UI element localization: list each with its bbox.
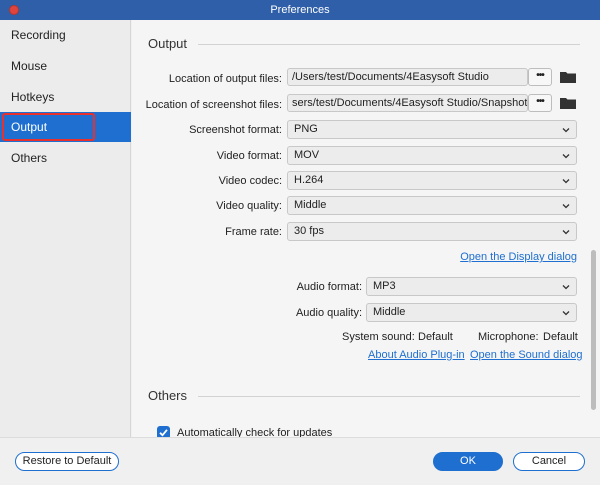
chevron-down-icon — [562, 179, 570, 184]
screenshot-format-select[interactable]: PNG — [287, 120, 577, 139]
screenshot-format-label: Screenshot format: — [189, 124, 282, 136]
output-folder-icon[interactable] — [560, 71, 576, 83]
output-files-path-field[interactable]: /Users/test/Documents/4Easysoft Studio — [287, 68, 528, 86]
others-section-title: Others — [148, 388, 188, 403]
window-title: Preferences — [270, 4, 330, 16]
sidebar-item-label: Mouse — [11, 59, 48, 73]
microphone-label: Microphone: — [478, 331, 539, 343]
audio-format-label: Audio format: — [296, 281, 362, 293]
chevron-down-icon — [562, 128, 570, 133]
open-display-dialog-link[interactable]: Open the Display dialog — [460, 251, 577, 263]
scrollbar-thumb[interactable] — [591, 250, 596, 410]
output-files-browse-button[interactable]: ••• — [528, 68, 552, 86]
video-format-select[interactable]: MOV — [287, 146, 577, 165]
screenshot-files-label: Location of screenshot files: — [145, 99, 282, 111]
screenshot-files-path-field[interactable]: sers/test/Documents/4Easysoft Studio/Sna… — [287, 94, 528, 112]
system-sound-label: System sound: — [342, 331, 415, 343]
screenshot-format-value: PNG — [294, 123, 318, 135]
restore-default-button[interactable]: Restore to Default — [15, 452, 119, 471]
frame-rate-label: Frame rate: — [225, 226, 282, 238]
video-codec-label: Video codec: — [218, 175, 282, 187]
chevron-down-icon — [562, 154, 570, 159]
sidebar-item-label: Others — [11, 151, 48, 165]
audio-format-select[interactable]: MP3 — [366, 277, 577, 296]
sidebar: Recording Mouse Hotkeys Output Others — [0, 20, 131, 437]
output-files-label: Location of output files: — [168, 73, 282, 85]
video-format-label: Video format: — [216, 150, 282, 162]
audio-quality-value: Middle — [373, 306, 406, 318]
ok-button[interactable]: OK — [433, 452, 503, 471]
chevron-down-icon — [562, 230, 570, 235]
audio-quality-label: Audio quality: — [295, 307, 362, 319]
chevron-down-icon — [562, 285, 570, 290]
video-quality-value: Middle — [294, 199, 327, 211]
video-codec-value: H.264 — [294, 174, 324, 186]
sidebar-item-label: Recording — [11, 28, 66, 42]
auto-update-checkbox[interactable] — [157, 426, 170, 437]
sidebar-item-output[interactable]: Output — [0, 112, 131, 142]
chevron-down-icon — [562, 311, 570, 316]
cancel-button[interactable]: Cancel — [513, 452, 585, 471]
section-divider — [198, 396, 580, 397]
system-sound-value: Default — [418, 331, 453, 343]
sidebar-item-hotkeys[interactable]: Hotkeys — [0, 82, 131, 112]
sidebar-item-label: Hotkeys — [11, 90, 55, 104]
about-audio-plugin-link[interactable]: About Audio Plug-in — [368, 349, 465, 361]
video-quality-label: Video quality: — [216, 200, 282, 212]
auto-update-label: Automatically check for updates — [177, 427, 333, 437]
footer-bar: Restore to Default OK Cancel — [0, 437, 600, 485]
close-window-icon[interactable] — [9, 5, 19, 15]
open-sound-dialog-link[interactable]: Open the Sound dialog — [470, 349, 583, 361]
preferences-panel: Output Location of output files: /Users/… — [132, 20, 600, 437]
sidebar-item-recording[interactable]: Recording — [0, 20, 131, 50]
frame-rate-select[interactable]: 30 fps — [287, 222, 577, 241]
section-divider — [198, 44, 580, 45]
sidebar-item-others[interactable]: Others — [0, 143, 131, 173]
video-format-value: MOV — [294, 149, 320, 161]
output-section-title: Output — [148, 36, 188, 51]
audio-format-value: MP3 — [373, 280, 396, 292]
video-codec-select[interactable]: H.264 — [287, 171, 577, 190]
screenshot-files-browse-button[interactable]: ••• — [528, 94, 552, 112]
frame-rate-value: 30 fps — [294, 225, 324, 237]
video-quality-select[interactable]: Middle — [287, 196, 577, 215]
screenshot-folder-icon[interactable] — [560, 97, 576, 109]
chevron-down-icon — [562, 204, 570, 209]
title-bar: Preferences — [0, 0, 600, 20]
selection-highlight — [2, 113, 95, 141]
sidebar-item-mouse[interactable]: Mouse — [0, 51, 131, 81]
microphone-value: Default — [543, 331, 578, 343]
audio-quality-select[interactable]: Middle — [366, 303, 577, 322]
checkmark-icon — [159, 429, 168, 437]
